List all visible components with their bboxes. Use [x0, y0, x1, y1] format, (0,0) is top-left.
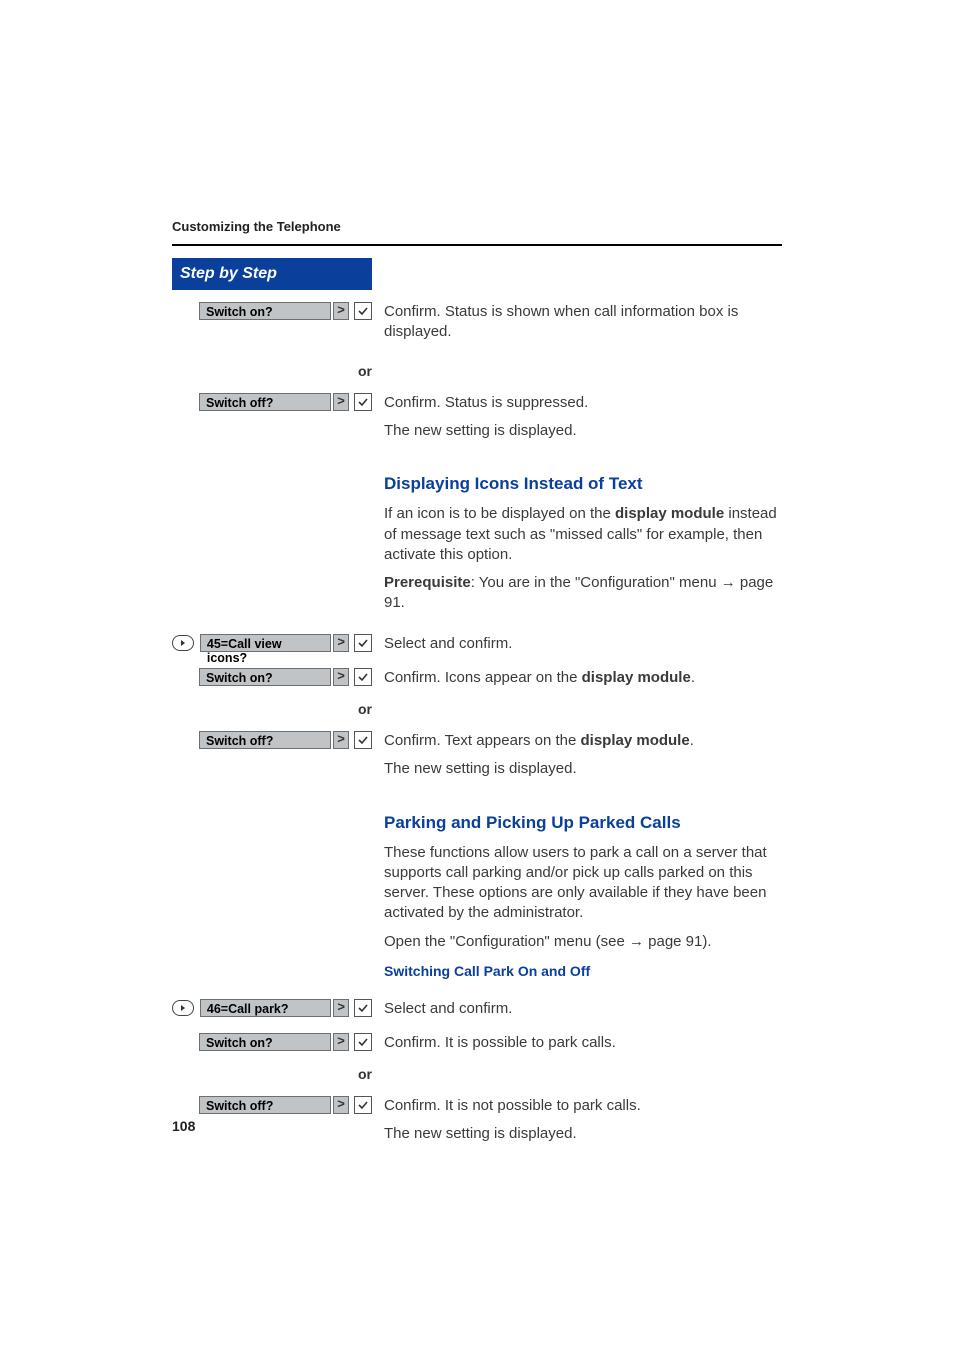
nav-key-icon [172, 1000, 194, 1016]
check-icon [354, 999, 372, 1017]
menu-switch-off-2: Switch off? [199, 731, 331, 749]
check-icon [354, 668, 372, 686]
menu-switch-off-3: Switch off? [199, 1096, 331, 1114]
text-fragment: Open the "Configuration" menu (see [384, 933, 629, 950]
check-icon [354, 393, 372, 411]
or-label: or [358, 700, 372, 719]
menu-gt-icon: > [333, 634, 349, 652]
text-confirm-on-3: Confirm. It is possible to park calls. [384, 1033, 782, 1053]
text-open-config: Open the "Configuration" menu (see page … [384, 932, 782, 952]
text-confirm-off-2: Confirm. Text appears on the display mod… [384, 731, 782, 751]
text-confirm-off-1: Confirm. Status is suppressed. [384, 393, 782, 413]
page-number: 108 [172, 1117, 195, 1136]
text-fragment: Confirm. Icons appear on the [384, 669, 582, 686]
text-fragment: Confirm. Text appears on the [384, 732, 581, 749]
menu-switch-off-1: Switch off? [199, 393, 331, 411]
section-title-icons: Displaying Icons Instead of Text [384, 473, 782, 496]
text-fragment: . [690, 732, 694, 749]
sub-title-call-park: Switching Call Park On and Off [384, 962, 782, 981]
text-fragment: If an icon is to be displayed on the [384, 505, 615, 522]
menu-switch-on-1: Switch on? [199, 302, 331, 320]
check-icon [354, 634, 372, 652]
text-icons-intro: If an icon is to be displayed on the dis… [384, 504, 782, 565]
or-label: or [358, 362, 372, 381]
text-prereq: Prerequisite: You are in the "Configurat… [384, 573, 782, 614]
menu-gt-icon: > [333, 1096, 349, 1114]
running-head: Customizing the Telephone [172, 218, 782, 246]
check-icon [354, 731, 372, 749]
text-new-setting-3: The new setting is displayed. [384, 1124, 782, 1144]
menu-call-park: 46=Call park? [200, 999, 331, 1017]
menu-switch-on-3: Switch on? [199, 1033, 331, 1051]
text-new-setting-2: The new setting is displayed. [384, 759, 782, 779]
menu-gt-icon: > [333, 731, 349, 749]
check-icon [354, 1033, 372, 1051]
bold-display-module: display module [615, 505, 724, 522]
menu-gt-icon: > [333, 1033, 349, 1051]
text-confirm-off-3: Confirm. It is not possible to park call… [384, 1096, 782, 1116]
text-confirm-on-1: Confirm. Status is shown when call infor… [384, 302, 782, 343]
nav-key-icon [172, 635, 194, 651]
text-select-confirm-2: Select and confirm. [384, 634, 782, 654]
section-title-parking: Parking and Picking Up Parked Calls [384, 812, 782, 835]
text-fragment: : You are in the "Configuration" menu [471, 574, 721, 591]
menu-gt-icon: > [333, 668, 349, 686]
text-fragment: ). [702, 933, 711, 950]
page-ref: page 91 [629, 933, 702, 950]
running-head-rule [172, 244, 782, 246]
running-head-title: Customizing the Telephone [172, 218, 782, 242]
menu-gt-icon: > [333, 302, 349, 320]
bold-display-module: display module [581, 732, 690, 749]
text-parking-intro: These functions allow users to park a ca… [384, 843, 782, 924]
check-icon [354, 302, 372, 320]
menu-switch-on-2: Switch on? [199, 668, 331, 686]
or-label: or [358, 1065, 372, 1084]
step-by-step-header: Step by Step [172, 258, 372, 290]
text-select-confirm-3: Select and confirm. [384, 999, 782, 1019]
text-fragment: . [691, 669, 695, 686]
menu-call-view-icons: 45=Call view icons? [200, 634, 331, 652]
menu-gt-icon: > [333, 999, 349, 1017]
bold-prerequisite: Prerequisite [384, 574, 471, 591]
check-icon [354, 1096, 372, 1114]
menu-gt-icon: > [333, 393, 349, 411]
text-new-setting-1: The new setting is displayed. [384, 421, 782, 441]
text-confirm-on-2: Confirm. Icons appear on the display mod… [384, 668, 782, 688]
bold-display-module: display module [582, 669, 691, 686]
